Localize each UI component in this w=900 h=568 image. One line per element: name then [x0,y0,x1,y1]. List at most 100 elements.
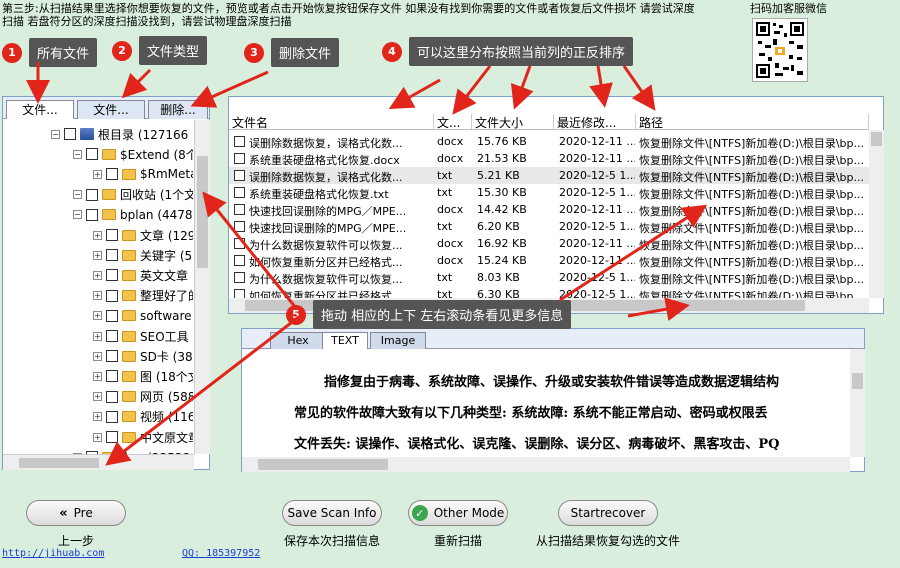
tree-checkbox[interactable] [64,128,76,140]
file-checkbox[interactable] [234,153,245,164]
expand-toggle-icon[interactable]: + [93,371,102,381]
column-header-size[interactable]: 文件大小 [472,114,554,129]
expand-toggle-icon[interactable]: + [93,351,102,361]
tree-node[interactable]: + 视频 (116 [93,407,193,427]
file-checkbox[interactable] [234,221,245,232]
tree-node[interactable]: + SD卡 (38 [93,346,193,366]
file-checkbox[interactable] [234,187,245,198]
tree-node[interactable]: + 图 (18个文 [93,366,193,386]
file-cell-name: 为什么数据恢复软件可以恢复... [249,273,403,286]
website-link[interactable]: http://jihuab.com [2,548,104,559]
expand-toggle-icon[interactable]: − [73,149,82,159]
tree-checkbox[interactable] [106,249,118,262]
tree-vertical-scroll-thumb[interactable] [197,156,208,268]
tree-horizontal-scroll-thumb[interactable] [19,458,99,468]
file-row[interactable]: 误删除数据恢复，误格式化数... txt 5.21 KB 2020-12-5 1...… [229,167,869,184]
tab-hex[interactable]: Hex [270,332,326,349]
preview-horizontal-scrollbar[interactable] [242,457,850,472]
tree-checkbox[interactable] [86,208,98,221]
file-row[interactable]: 误删除数据恢复，误格式化数... docx 15.76 KB 2020-12-11 .… [229,133,869,150]
tree-checkbox[interactable] [106,330,118,342]
expand-toggle-icon[interactable]: − [73,210,82,220]
expand-toggle-icon[interactable]: + [93,412,102,422]
tab-deleted-files[interactable]: 删除... [148,100,208,119]
expand-toggle-icon[interactable]: + [93,291,102,301]
expand-toggle-icon[interactable]: + [93,250,102,260]
tree-node[interactable]: + 关键字 (5 [93,245,192,265]
tree-checkbox[interactable] [106,370,118,383]
tree-checkbox[interactable] [106,269,118,282]
file-checkbox[interactable] [234,170,245,181]
tree-node[interactable]: + $RmMeta [93,164,193,184]
tab-image[interactable]: Image [370,332,426,349]
file-row[interactable]: 系统重装硬盘格式化恢复.docx docx 21.53 KB 2020-12-11 .… [229,150,869,167]
tree-node-label: 整理好了的 [140,289,193,304]
preview-vertical-scroll-thumb[interactable] [852,373,863,389]
tree-vertical-scrollbar[interactable] [194,120,210,454]
expand-toggle-icon[interactable]: + [93,432,102,442]
file-checkbox[interactable] [234,238,245,249]
tree-checkbox[interactable] [106,410,118,423]
file-checkbox[interactable] [234,204,245,215]
tree-node-label: $Extend (8个 [120,147,193,162]
file-row[interactable]: 为什么数据恢复软件可以恢复... txt 8.03 KB 2020-12-5 1...… [229,269,869,286]
column-header-modified[interactable]: 最近修改... [554,114,636,129]
file-list-vertical-scroll-thumb[interactable] [871,132,882,146]
expand-toggle-icon[interactable]: − [51,129,60,139]
expand-toggle-icon[interactable]: − [73,190,82,200]
file-row[interactable]: 系统重装硬盘格式化恢复.txt txt 15.30 KB 2020-12-5 1...… [229,184,869,201]
column-header-name[interactable]: 文件名 [229,114,434,129]
file-row[interactable]: 为什么数据恢复软件可以恢复... docx 16.92 KB 2020-12-11 .… [229,235,869,252]
instructions-text: 第三步:从扫描结果里选择你想要恢复的文件，预览或者点击开始恢复按钮保存文件 如果… [2,2,695,28]
tree-node[interactable]: − 回收站 (1个文 [73,185,193,205]
tree-node[interactable]: + 英文文章 [93,265,188,285]
tree-node[interactable]: − bplan (4478 [73,205,193,225]
tree-checkbox[interactable] [106,289,118,302]
other-mode-button[interactable]: ✓ Other Mode [408,500,508,526]
file-cell-date: 2020-12-11 ... [559,135,635,148]
tree-node[interactable]: + 文章 (129 [93,225,193,245]
save-scan-info-button[interactable]: Save Scan Info [282,500,382,526]
file-checkbox[interactable] [234,255,245,266]
tab-file-types[interactable]: 文件... [77,100,145,119]
expand-toggle-icon[interactable]: + [93,331,102,341]
column-header-path[interactable]: 路径 [636,114,869,129]
expand-toggle-icon[interactable]: + [93,169,102,179]
tree-horizontal-scrollbar[interactable] [3,454,194,470]
file-checkbox[interactable] [234,136,245,147]
pre-button[interactable]: « Pre [26,500,126,526]
tree-checkbox[interactable] [106,350,118,363]
tree-node[interactable]: −文... (23528 [73,447,190,454]
preview-vertical-scrollbar[interactable] [850,349,865,457]
file-checkbox[interactable] [234,272,245,283]
file-row[interactable]: 快速找回误删除的MPG／MPE... docx 14.42 KB 2020-12-11… [229,201,869,218]
expand-toggle-icon[interactable]: + [93,270,102,280]
column-header-type[interactable]: 文... [434,114,472,129]
tab-text[interactable]: TEXT [322,332,368,349]
file-row[interactable]: 快速找回误删除的MPG／MPE... txt 6.20 KB 2020-12-5 1.… [229,218,869,235]
tree-node[interactable]: − 根目录 (127166 [51,124,188,144]
tree-node[interactable]: − $Extend (8个 [73,144,193,164]
tree-checkbox[interactable] [106,229,118,241]
tree-node[interactable]: + SEO工具 [93,326,189,346]
file-list-vertical-scrollbar[interactable] [869,130,884,298]
tree-node[interactable]: + software [93,306,192,326]
tree-node[interactable]: + 网页 (588 [93,387,193,407]
tree-checkbox[interactable] [106,309,118,322]
tree-node[interactable]: + 整理好了的 [93,286,193,306]
expand-toggle-icon[interactable]: + [93,230,102,240]
tree-checkbox[interactable] [106,431,118,443]
tree-node[interactable]: + 中文原文章 [93,427,193,447]
file-row[interactable]: 如何恢复重新分区并已经格式... docx 15.24 KB 2020-12-11 .… [229,252,869,269]
expand-toggle-icon[interactable]: + [93,311,102,321]
tree-checkbox[interactable] [106,168,118,181]
tree-checkbox[interactable] [106,390,118,403]
startrecover-button[interactable]: Startrecover [558,500,658,526]
tree-checkbox[interactable] [86,148,98,161]
preview-line: 指修复由于病毒、系统故障、误操作、升级或安装软件错误等造成数据逻辑结构 [324,375,780,390]
tree-checkbox[interactable] [86,188,98,201]
expand-toggle-icon[interactable]: + [93,392,102,402]
tab-all-files[interactable]: 文件... [6,100,74,119]
qq-link[interactable]: QQ: 185397952 [182,548,260,559]
preview-horizontal-scroll-thumb[interactable] [258,459,388,470]
